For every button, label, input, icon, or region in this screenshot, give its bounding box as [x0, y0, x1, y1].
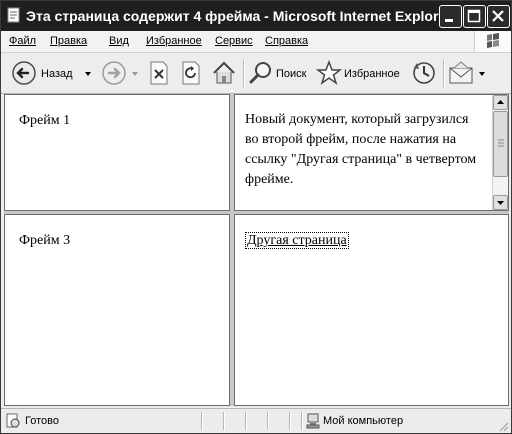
menu-bar: Файл Правка Вид Избранное Сервис Справка [1, 31, 511, 53]
scroll-up-arrow-icon [497, 100, 504, 104]
forward-dropdown-icon[interactable] [131, 70, 139, 78]
my-computer-icon [306, 413, 320, 429]
home-icon [213, 61, 235, 84]
browser-window: Эта страница содержит 4 фрейма - Microso… [0, 0, 512, 434]
status-separator [223, 412, 225, 430]
status-separator [201, 412, 203, 430]
refresh-icon [182, 61, 200, 85]
windows-flag-icon [487, 33, 499, 48]
close-button[interactable] [487, 5, 510, 28]
back-arrow-icon [12, 61, 36, 85]
favorites-label: Избранное [344, 68, 400, 80]
frame-1-text: Фрейм 1 [19, 113, 71, 128]
scroll-down-arrow-icon [497, 201, 504, 205]
search-button[interactable]: Поиск [248, 59, 308, 87]
favorites-button[interactable]: Избранное [316, 59, 402, 87]
search-icon [249, 62, 271, 84]
status-separator [289, 412, 291, 430]
maximize-icon [467, 9, 481, 23]
toolbar: Назад Поиск Избранное [1, 53, 511, 94]
frameset: Фрейм 1 Новый документ, который загрузил… [4, 94, 509, 406]
title-bar: Эта страница содержит 4 фрейма - Microso… [1, 1, 511, 31]
history-clock-icon [413, 62, 435, 84]
scroll-up-button[interactable] [493, 95, 508, 110]
menu-help[interactable]: Справка [265, 35, 308, 47]
menu-file[interactable]: Файл [9, 35, 36, 47]
frame-4: Другая страница [234, 214, 509, 406]
forward-arrow-icon [102, 61, 126, 85]
minimize-icon [445, 19, 453, 22]
status-bar: Готово Мой компьютер [1, 408, 511, 433]
frame-2: Новый документ, который загрузился во вт… [234, 94, 509, 211]
menu-view[interactable]: Вид [109, 35, 129, 47]
stop-icon [150, 61, 168, 85]
frame-1: Фрейм 1 [4, 94, 230, 211]
home-button[interactable] [211, 59, 237, 87]
back-label: Назад [41, 68, 73, 80]
ie-page-icon [6, 7, 22, 23]
history-button[interactable] [411, 59, 437, 87]
status-ready-text: Готово [25, 415, 59, 427]
search-label: Поиск [276, 68, 307, 80]
menu-favorites[interactable]: Избранное [146, 35, 202, 47]
mail-button[interactable] [448, 59, 488, 87]
status-zone-text: Мой компьютер [323, 415, 404, 427]
toolbar-separator [443, 59, 445, 87]
forward-button[interactable] [99, 59, 141, 87]
menu-tools[interactable]: Сервис [215, 35, 253, 47]
mail-dropdown-icon[interactable] [478, 70, 486, 78]
window-title: Эта страница содержит 4 фрейма - Microso… [26, 8, 452, 24]
menu-edit[interactable]: Правка [50, 35, 87, 47]
page-done-icon [6, 413, 20, 428]
status-separator [245, 412, 247, 430]
scroll-grip-icon [498, 139, 504, 147]
minimize-button[interactable] [439, 5, 462, 28]
refresh-button[interactable] [179, 59, 203, 87]
star-icon [316, 60, 342, 85]
windows-logo [474, 31, 511, 52]
other-page-link[interactable]: Другая страница [245, 232, 349, 249]
frame-2-text: Новый документ, который загрузился во вт… [245, 112, 477, 187]
mail-envelope-icon [449, 61, 473, 84]
frame-3-text: Фрейм 3 [19, 233, 71, 248]
scroll-thumb[interactable] [493, 111, 508, 177]
toolbar-separator [243, 59, 245, 87]
frame-3: Фрейм 3 [4, 214, 230, 406]
status-separator [267, 412, 269, 430]
close-icon [492, 10, 504, 22]
status-separator [301, 412, 303, 430]
maximize-button[interactable] [463, 5, 486, 28]
frame-2-scrollbar[interactable] [492, 95, 508, 210]
scroll-down-button[interactable] [493, 195, 508, 210]
back-dropdown-icon[interactable] [84, 70, 92, 78]
stop-button[interactable] [147, 59, 171, 87]
resize-grip-icon[interactable] [497, 420, 509, 432]
back-button[interactable]: Назад [9, 59, 94, 87]
